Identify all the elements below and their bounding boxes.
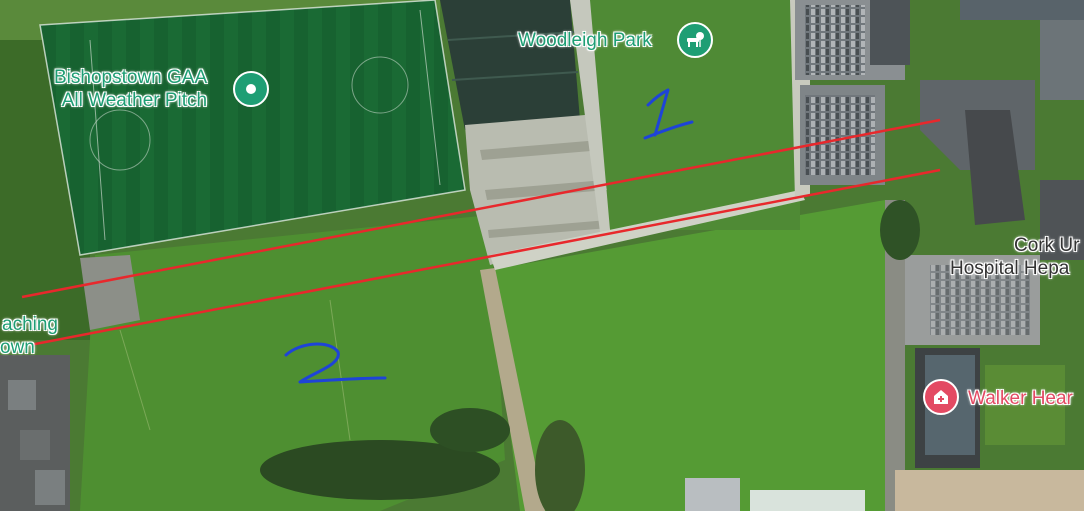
cork-hospital-line2: Hospital Hepa	[950, 258, 1070, 279]
park-icon[interactable]	[677, 22, 713, 58]
place-pin-icon[interactable]	[233, 71, 269, 107]
hospital-icon[interactable]	[923, 379, 959, 415]
left-label-line2: own	[0, 337, 35, 358]
gaa-label-line1: Bishopstown GAA	[54, 67, 208, 88]
left-label-line1: aching	[2, 314, 58, 335]
place-label-walker[interactable]: Walker Hear	[968, 387, 1073, 410]
place-label-left-partial[interactable]: aching own	[0, 313, 58, 359]
cork-hospital-line1: Cork Ur	[1014, 235, 1080, 256]
place-label-woodleigh-park[interactable]: Woodleigh Park	[518, 29, 652, 52]
place-label-gaa-pitch[interactable]: Bishopstown GAA All Weather Pitch	[54, 66, 207, 112]
gaa-label-line2: All Weather Pitch	[61, 90, 208, 111]
place-label-cork-hospital[interactable]: Cork Ur Hospital Hepa	[950, 234, 1079, 280]
